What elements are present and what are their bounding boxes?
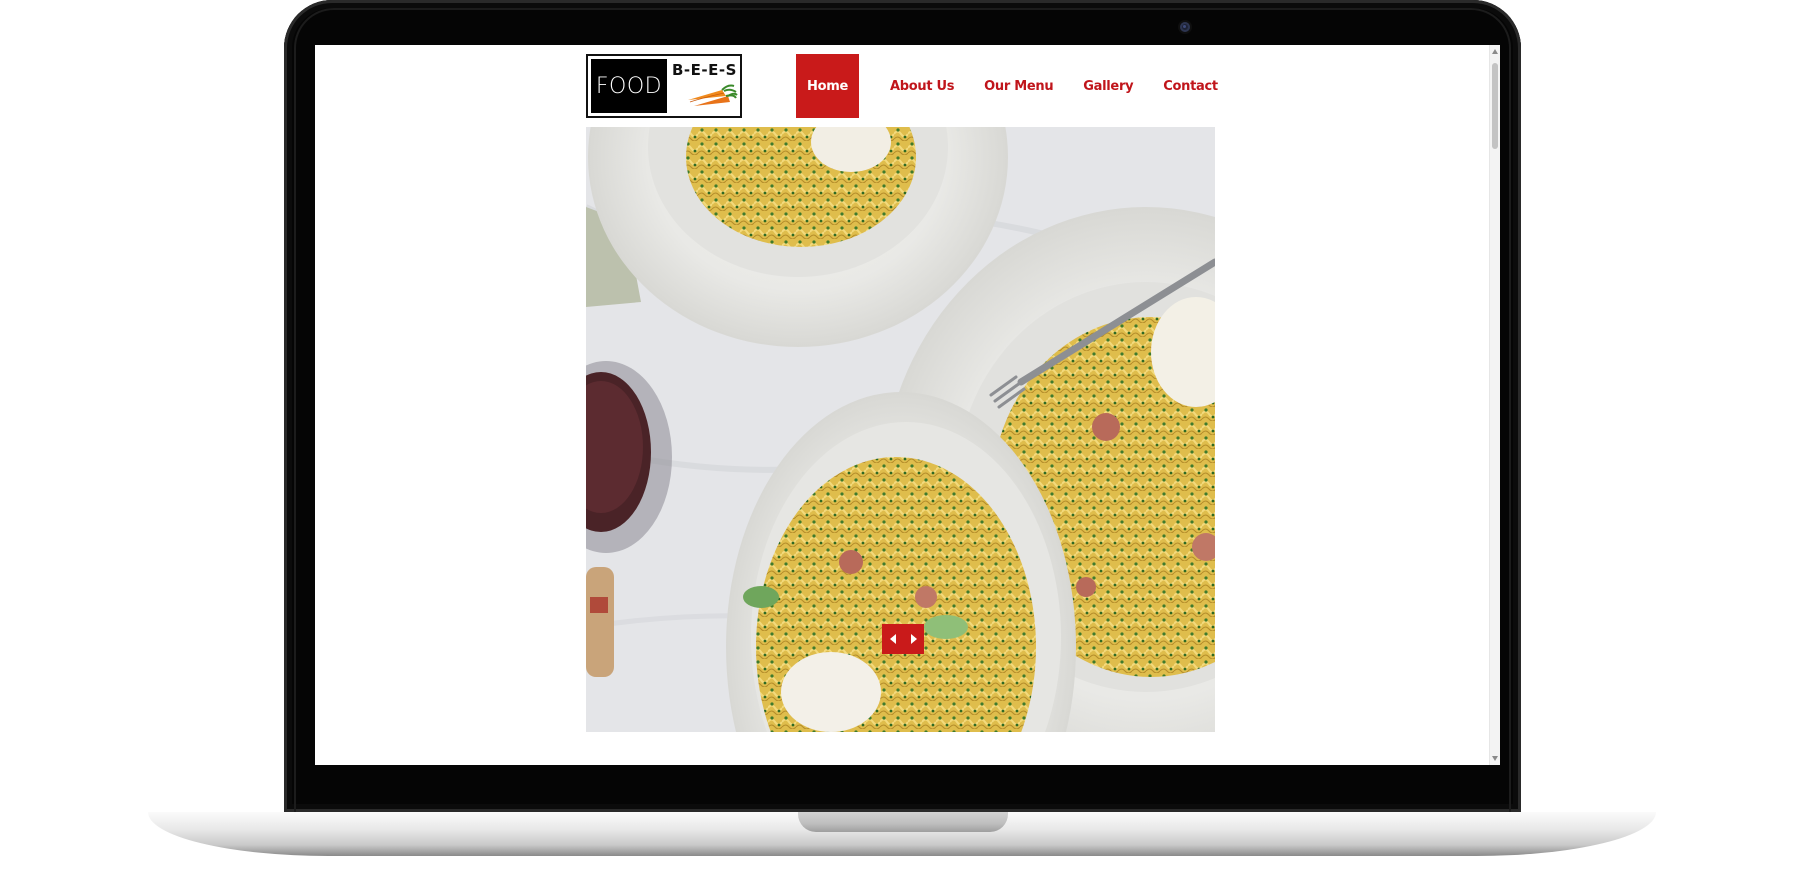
browser-viewport: FOOD B-E-E-S Home About Us Our Menu Gall… (315, 45, 1500, 765)
nav-gallery[interactable]: Gallery (1068, 54, 1148, 118)
vertical-scrollbar[interactable] (1489, 45, 1500, 765)
nav-about-us[interactable]: About Us (875, 54, 969, 118)
carrot-icon (688, 84, 738, 106)
nav-contact[interactable]: Contact (1148, 54, 1233, 118)
laptop-lid-notch (798, 812, 1008, 832)
scroll-thumb[interactable] (1492, 63, 1498, 149)
logo-word-bees: B-E-E-S (672, 61, 737, 79)
webcam-icon (1180, 22, 1190, 32)
chevron-left-icon (889, 634, 896, 644)
main-nav: Home About Us Our Menu Gallery Contact (796, 54, 1233, 118)
nav-our-menu[interactable]: Our Menu (969, 54, 1068, 118)
site-logo[interactable]: FOOD B-E-E-S (586, 54, 742, 118)
scroll-up-arrow-icon[interactable] (1492, 49, 1498, 54)
slider-controls (882, 624, 924, 654)
chevron-right-icon (910, 634, 917, 644)
logo-word-food: FOOD (591, 59, 667, 113)
nav-home[interactable]: Home (796, 54, 859, 118)
scroll-down-arrow-icon[interactable] (1492, 756, 1498, 761)
slider-next-button[interactable] (903, 624, 924, 654)
slider-prev-button[interactable] (882, 624, 903, 654)
